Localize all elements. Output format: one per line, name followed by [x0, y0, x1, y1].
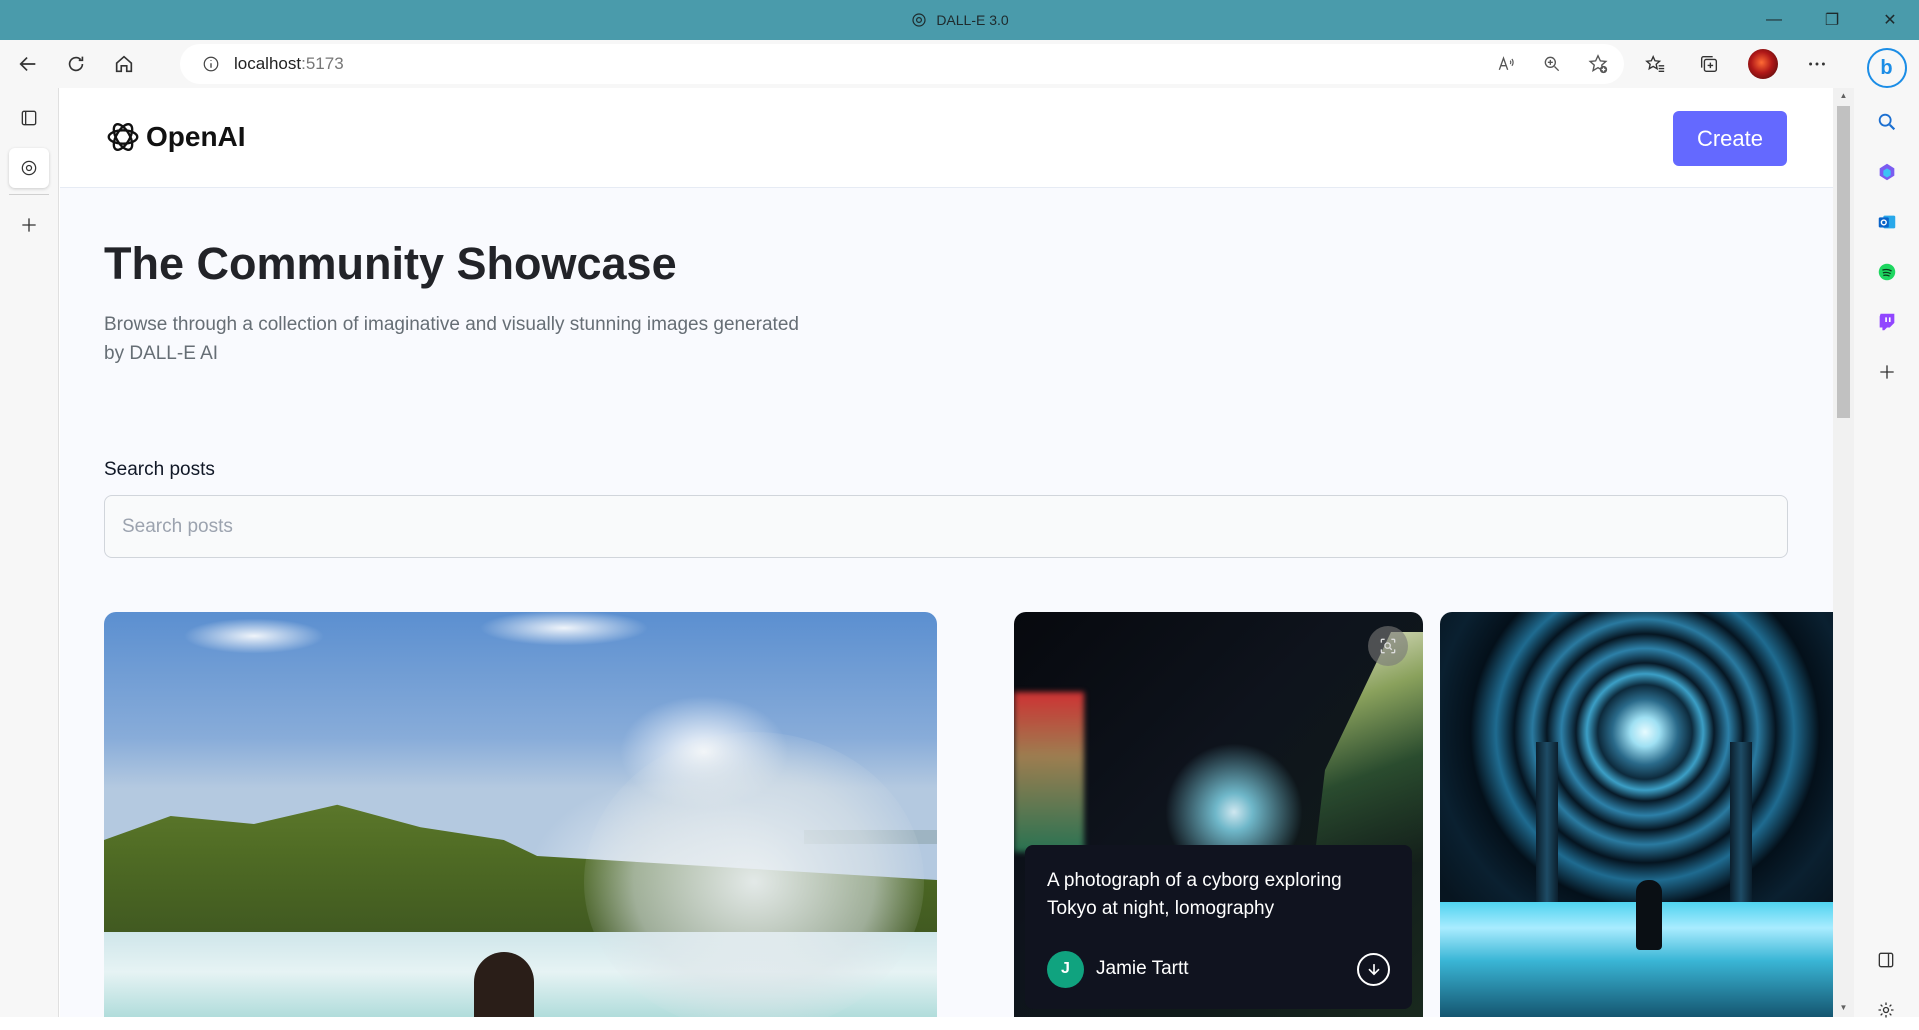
spotify-icon[interactable] — [1867, 252, 1907, 292]
profile-avatar[interactable] — [1743, 44, 1783, 84]
image-lights-right — [1314, 632, 1423, 862]
image-silhouette — [1636, 880, 1662, 950]
visual-search-icon[interactable] — [1368, 626, 1408, 666]
scrollbar-thumb[interactable] — [1837, 106, 1850, 418]
author-avatar: J — [1047, 950, 1084, 988]
window-title-text: DALL-E 3.0 — [936, 12, 1009, 28]
close-window-button[interactable]: ✕ — [1861, 0, 1919, 40]
edge-sidebar: b — [1854, 40, 1919, 1018]
page-subtitle: Browse through a collection of imaginati… — [104, 314, 799, 364]
minimize-button[interactable]: — — [1745, 0, 1803, 40]
browser-toolbar: localhost:5173 — [0, 40, 1919, 88]
favorites-icon[interactable] — [1635, 44, 1675, 84]
url-host: localhost — [234, 54, 302, 73]
openai-icon — [21, 160, 37, 176]
post-card[interactable] — [1440, 612, 1833, 1017]
back-arrow-icon — [19, 56, 36, 72]
add-favorite-icon[interactable] — [1584, 50, 1612, 78]
home-icon — [115, 55, 133, 73]
outlook-icon[interactable] — [1867, 202, 1907, 242]
copilot-icon[interactable] — [1867, 152, 1907, 192]
image-spray — [584, 732, 924, 1017]
post-author-row: J Jamie Tartt — [1047, 950, 1390, 988]
zoom-icon[interactable] — [1538, 50, 1566, 78]
avatar — [1748, 49, 1778, 79]
home-button[interactable] — [104, 44, 144, 84]
tab-actions-icon[interactable] — [9, 98, 49, 138]
read-aloud-icon[interactable] — [1492, 50, 1520, 78]
restore-button[interactable]: ❐ — [1803, 0, 1861, 40]
create-button[interactable]: Create — [1673, 111, 1787, 166]
scroll-up-arrow-icon[interactable]: ▲ — [1837, 90, 1850, 102]
address-bar-actions — [1492, 44, 1612, 84]
tab-dalle[interactable] — [9, 148, 49, 188]
author-name: Jamie Tartt — [1096, 958, 1189, 979]
plus-icon — [22, 218, 36, 232]
window-title-bar: DALL-E 3.0 — ❐ ✕ — [0, 0, 1919, 40]
collections-icon[interactable] — [1689, 44, 1729, 84]
download-button[interactable] — [1357, 953, 1390, 986]
refresh-button[interactable] — [56, 44, 96, 84]
refresh-icon — [68, 56, 84, 72]
openai-logo-icon — [107, 123, 139, 151]
logo-text: OpenAI — [146, 121, 246, 152]
url-port: :5173 — [301, 54, 344, 73]
new-tab-button[interactable] — [9, 205, 49, 245]
window-controls: — ❐ ✕ — [1745, 0, 1919, 40]
page-scrollbar[interactable]: ▲ ▼ — [1833, 88, 1854, 1017]
site-header: OpenAI Create — [60, 88, 1833, 188]
bing-chat-icon[interactable]: b — [1866, 48, 1907, 88]
post-info-overlay: A photograph of a cyborg exploring Tokyo… — [1025, 845, 1412, 1009]
toolbar-right — [1635, 44, 1837, 84]
openai-logo[interactable]: OpenAI — [104, 118, 246, 156]
window-title: DALL-E 3.0 — [910, 11, 1009, 29]
openai-tab-icon — [912, 13, 926, 27]
sidebar-search-icon[interactable] — [1867, 102, 1907, 142]
scroll-down-arrow-icon[interactable]: ▼ — [1837, 1002, 1850, 1014]
more-options-icon[interactable] — [1797, 44, 1837, 84]
search-label: Search posts — [104, 459, 215, 480]
post-card[interactable]: A photograph of a cyborg exploring Tokyo… — [1014, 612, 1423, 1017]
tab-divider — [9, 194, 49, 195]
post-prompt: A photograph of a cyborg exploring Tokyo… — [1047, 870, 1342, 919]
search-input[interactable] — [104, 495, 1788, 558]
twitch-icon[interactable] — [1867, 302, 1907, 342]
address-bar[interactable]: localhost:5173 — [180, 44, 1624, 84]
add-sidebar-app-icon[interactable] — [1867, 352, 1907, 392]
back-button[interactable] — [8, 44, 48, 84]
post-card[interactable] — [104, 612, 937, 1017]
download-icon — [1367, 963, 1380, 975]
image-lights-left — [1014, 692, 1084, 852]
hide-sidebar-icon[interactable] — [1866, 940, 1906, 980]
site-info-icon[interactable] — [202, 55, 220, 73]
url-text: localhost:5173 — [234, 54, 344, 74]
sidebar-settings-icon[interactable] — [1866, 990, 1906, 1030]
image-person — [474, 952, 534, 1017]
page-content: OpenAI Create The Community Showcase Bro… — [60, 88, 1833, 1017]
page-title: The Community Showcase — [104, 238, 677, 289]
vertical-tabs-bar — [0, 88, 59, 1017]
